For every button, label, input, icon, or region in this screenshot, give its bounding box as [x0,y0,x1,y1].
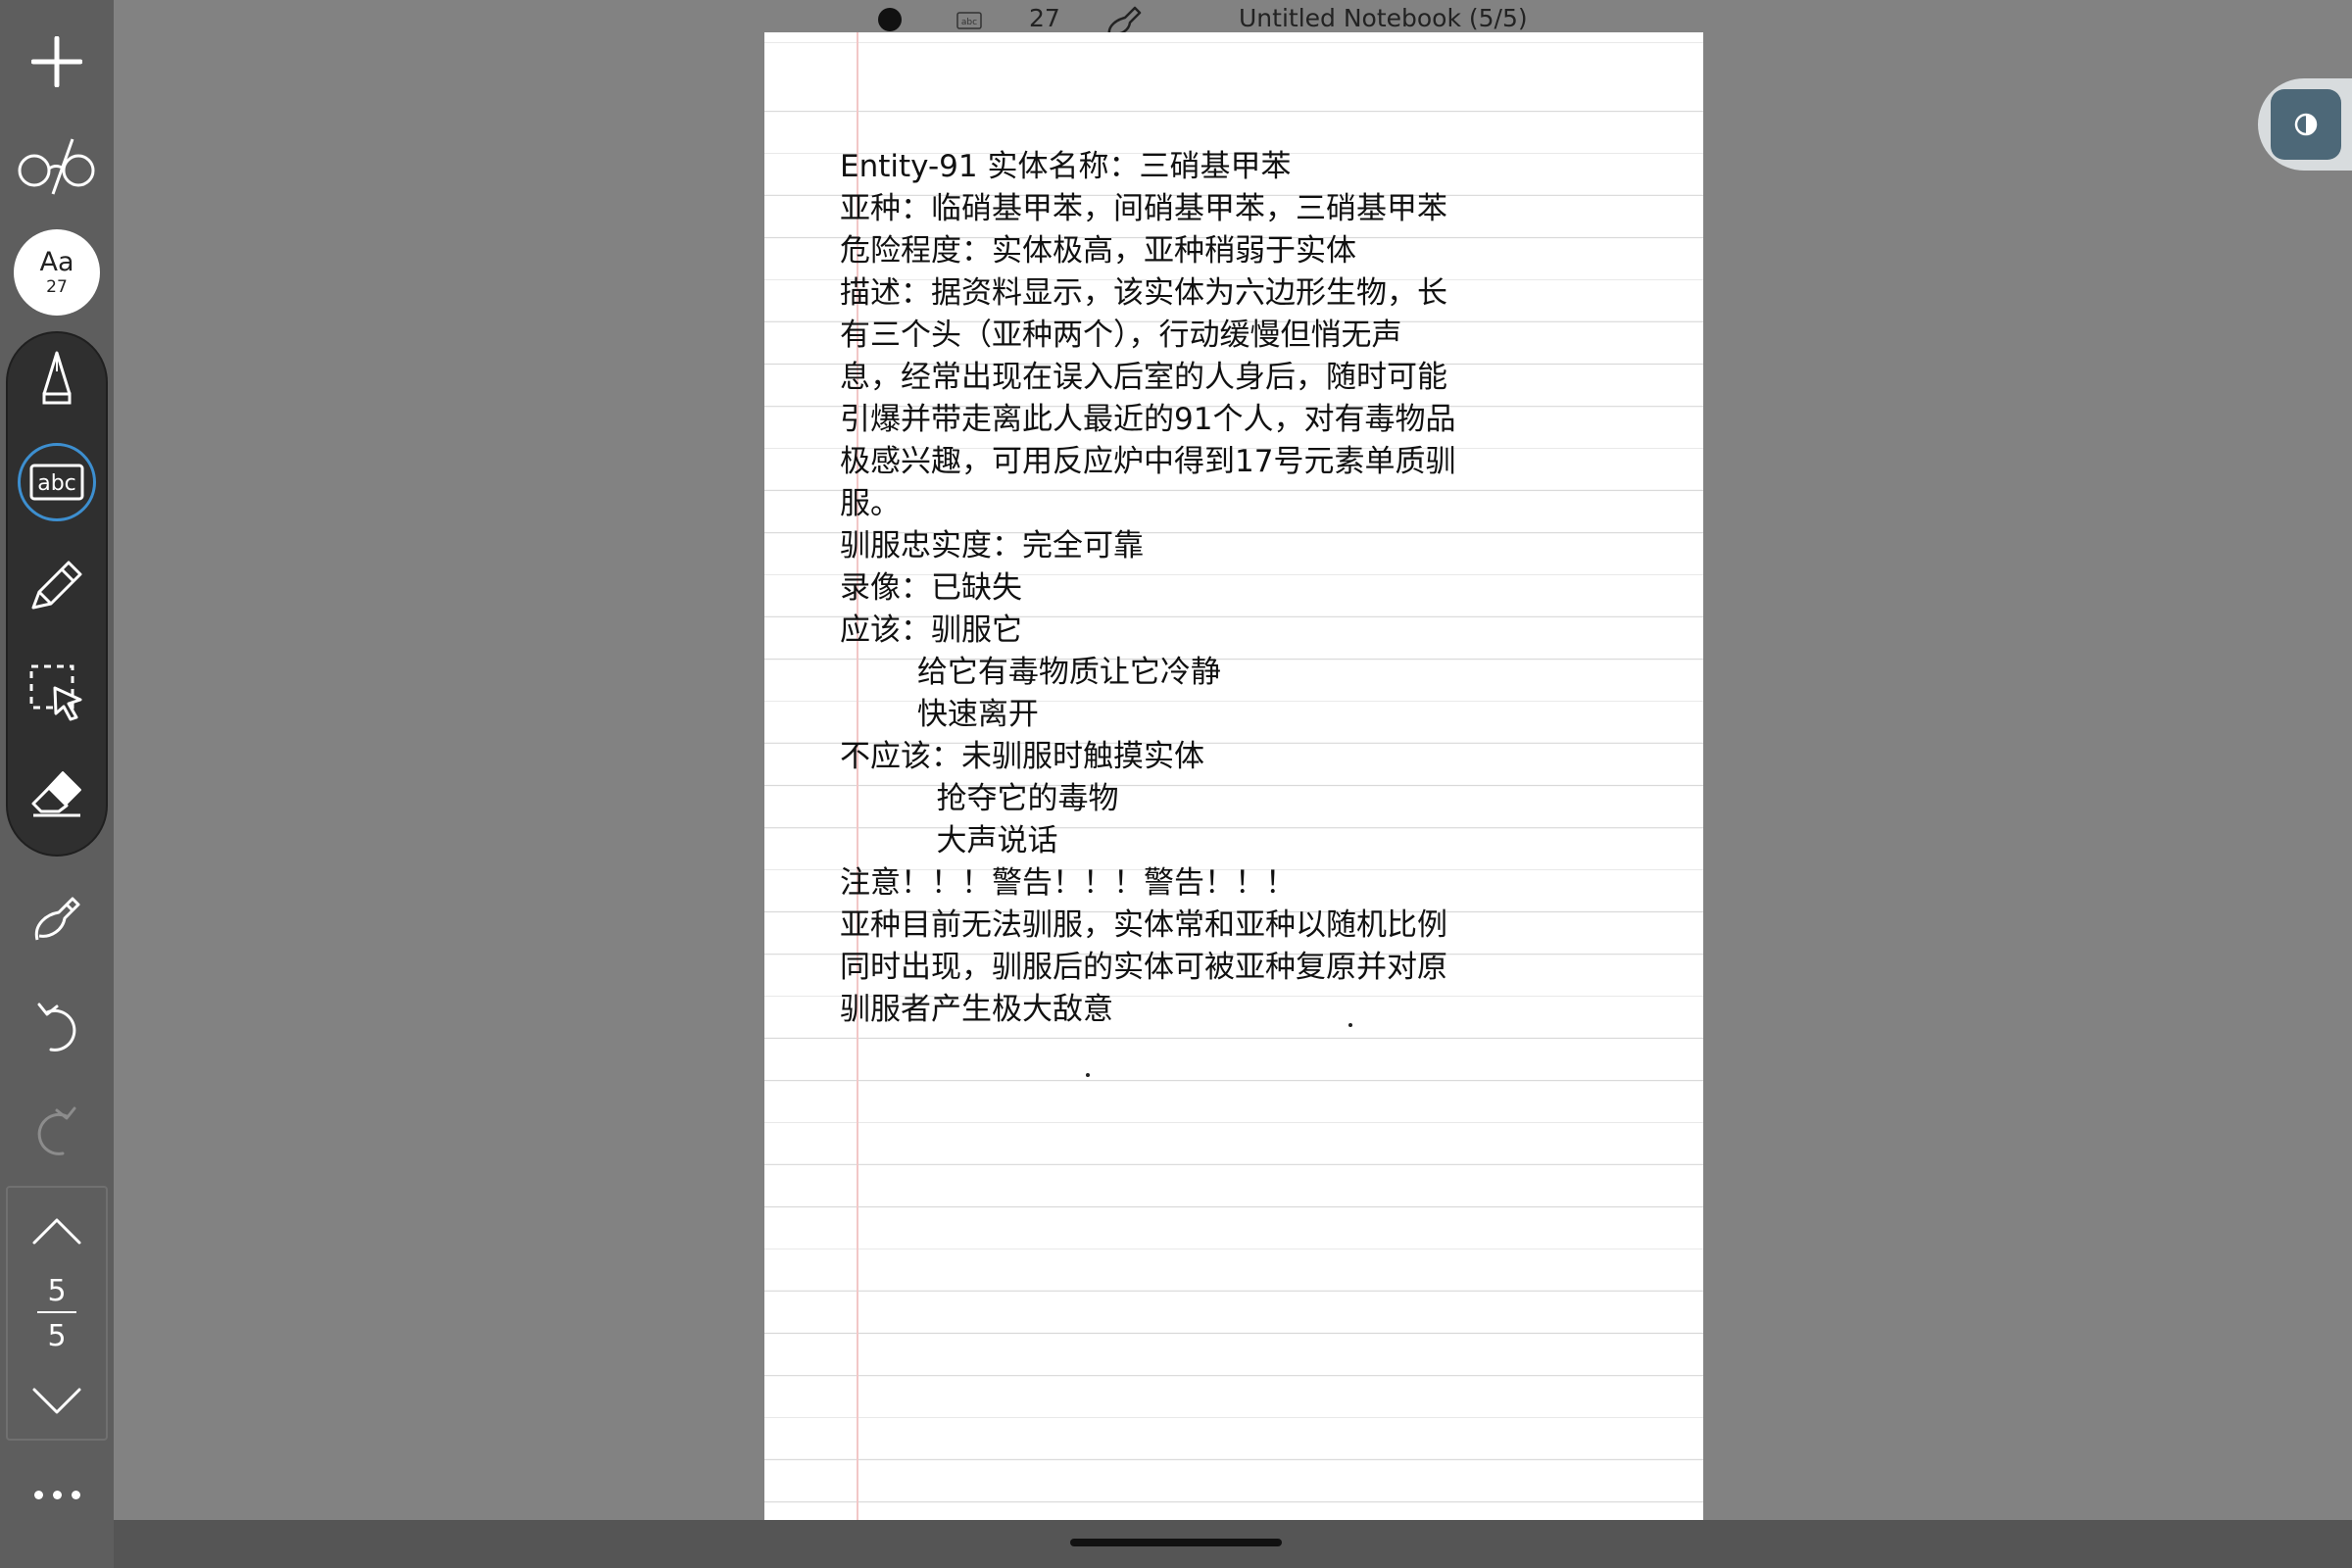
notebook-page[interactable]: Entity-91 实体名称：三硝基甲苯亚种：临硝基甲苯，间硝基甲苯，三硝基甲苯… [764,32,1703,1534]
lasso-select-icon [29,664,82,721]
pen-icon [42,351,72,405]
text-tool-icon: abc [29,464,84,501]
contrast-icon [2294,113,2318,136]
text-mode-icon: abc [956,12,982,29]
note-line: 给它有毒物质让它冷静 [840,655,1221,690]
note-line: 极感兴趣，可用反应炉中得到17号元素单质驯 [840,444,1456,479]
undo-icon [37,1003,76,1052]
redo-icon [37,1106,76,1155]
ink-gesture-icon [34,897,80,941]
font-button-size: 27 [46,277,68,297]
svg-text:abc: abc [961,18,977,27]
previous-page-button[interactable] [8,1201,106,1260]
page-navigator: 5 5 [6,1186,108,1441]
note-line: Entity-91 实体名称：三硝基甲苯 [840,149,1292,184]
contrast-toggle-button[interactable] [2271,89,2341,160]
note-line: 抢夺它的毒物 [840,781,1119,816]
note-line: 不应该：未驯服时触摸实体 [840,739,1204,774]
note-line: 息，经常出现在误入后室的人身后，随时可能 [840,360,1447,395]
note-line: 快速离开 [840,697,1039,732]
chevron-up-icon [32,1218,81,1245]
undo-button[interactable] [0,992,114,1060]
more-dot-icon [33,1490,43,1499]
note-line: 危险程度：实体极高，亚种稍弱于实体 [840,233,1356,269]
read-mode-button[interactable] [0,131,114,200]
ink-gesture-button[interactable] [0,884,114,953]
next-page-button[interactable] [8,1372,106,1431]
eraser-tool[interactable] [8,745,106,843]
pen-tool[interactable] [8,329,106,427]
ink-dot [1086,1073,1090,1077]
text-tool[interactable]: abc [8,433,106,531]
note-line: 同时出现，驯服后的实体可被亚种复原并对原 [840,950,1447,985]
note-line: 服。 [840,486,901,521]
active-tool-ring: abc [18,443,96,521]
total-page-number: 5 [47,1319,67,1353]
note-line: 描述：据资料显示，该实体为六边形生物，长 [840,275,1447,311]
note-line: 亚种目前无法驯服，实体常和亚种以随机比例 [840,907,1447,943]
redo-button[interactable] [0,1096,114,1164]
chevron-down-icon [32,1388,81,1414]
page-number-divider [37,1311,76,1313]
current-page-number: 5 [47,1274,67,1308]
add-icon [31,36,82,87]
highlighter-icon [31,561,82,610]
note-line: 引爆并带走离此人最近的91个人，对有毒物品 [840,402,1456,437]
more-options-button[interactable] [0,1475,114,1514]
left-toolbar: Aa 27 abc 5 5 [0,0,114,1568]
highlighter-tool[interactable] [8,537,106,635]
note-line: 驯服者产生极大敌意 [840,992,1113,1027]
note-line: 驯服忠实度：完全可靠 [840,528,1144,564]
eraser-icon [31,771,81,817]
ink-dot [1348,1023,1352,1027]
glasses-icon [18,138,95,195]
note-line: 大声说话 [840,823,1058,858]
drawing-tool-group: abc [6,331,108,857]
svg-text:abc: abc [37,471,76,496]
pen-color-indicator[interactable] [878,8,902,31]
note-line: 应该：驯服它 [840,612,1022,648]
current-font-size: 27 [1029,4,1060,32]
note-line: 亚种：临硝基甲苯，间硝基甲苯，三硝基甲苯 [840,191,1447,226]
note-text-body[interactable]: Entity-91 实体名称：三硝基甲苯亚种：临硝基甲苯，间硝基甲苯，三硝基甲苯… [840,146,1702,1031]
more-dot-icon [71,1490,80,1499]
lasso-select-tool[interactable] [8,643,106,741]
more-dot-icon [52,1490,62,1499]
note-line: 有三个头（亚种两个），行动缓慢但悄无声 [840,318,1402,353]
font-size-button[interactable]: Aa 27 [14,229,100,316]
add-page-button[interactable] [0,27,114,96]
home-indicator[interactable] [1070,1539,1282,1546]
font-button-label: Aa [39,247,74,277]
note-line: 录像：已缺失 [840,570,1022,606]
notebook-title: Untitled Notebook (5/5) [1239,4,1528,32]
note-line: 注意！！！警告！！！警告！！！ [840,865,1296,901]
